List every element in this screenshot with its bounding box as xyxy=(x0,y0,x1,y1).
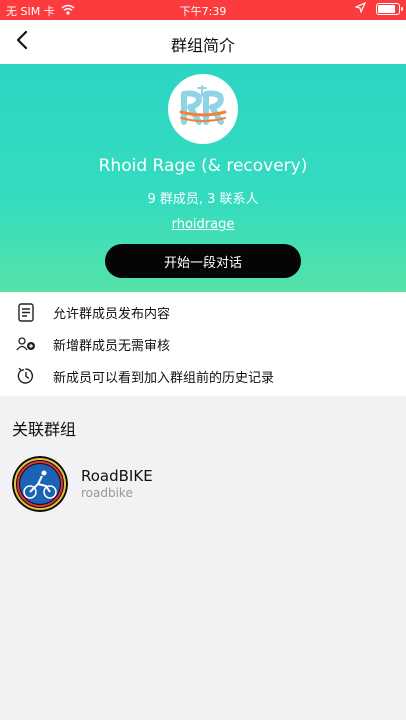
permission-label: 允许群成员发布内容 xyxy=(53,306,171,322)
permission-row-post: 允许群成员发布内容 xyxy=(0,297,406,327)
page-title: 群组简介 xyxy=(170,36,235,55)
add-member-icon xyxy=(16,334,36,354)
permission-row-history: 新成员可以看到加入群组前的历史记录 xyxy=(0,361,406,391)
linked-group-name: RoadBIKE xyxy=(81,467,153,485)
nav-bar: 群组简介 xyxy=(0,20,406,64)
permission-label: 新成员可以看到加入群组前的历史记录 xyxy=(53,370,275,386)
status-bar: 无 SIM 卡 下午7:39 xyxy=(0,0,406,20)
member-count: 9 群成员, 3 联系人 xyxy=(147,192,259,207)
history-icon xyxy=(16,366,36,386)
cyclist-image xyxy=(12,456,68,512)
group-handle-link[interactable]: rhoidrage xyxy=(0,217,406,232)
group-logo[interactable] xyxy=(168,74,238,144)
linked-groups-title: 关联群组 xyxy=(12,420,77,439)
location-arrow-icon xyxy=(354,1,367,16)
document-icon xyxy=(16,302,36,322)
linked-group-handle: roadbike xyxy=(81,486,133,500)
group-name: Rhoid Rage (& recovery) xyxy=(98,156,308,176)
group-logo-image xyxy=(179,85,227,125)
permission-label: 新增群成员无需审核 xyxy=(53,338,171,354)
group-permissions-list: 允许群成员发布内容 新增群成员无需审核 新成员可以看到加入群组前的历史记录 xyxy=(0,292,406,396)
start-conversation-button[interactable]: 开始一段对话 xyxy=(105,244,301,278)
battery-icon xyxy=(376,3,403,15)
linked-group-avatar xyxy=(12,456,68,512)
linked-group-item[interactable]: RoadBIKE roadbike xyxy=(0,455,406,513)
group-header: Rhoid Rage (& recovery) 9 群成员, 3 联系人 rho… xyxy=(0,64,406,292)
permission-row-approval: 新增群成员无需审核 xyxy=(0,329,406,359)
status-time: 下午7:39 xyxy=(179,5,227,18)
